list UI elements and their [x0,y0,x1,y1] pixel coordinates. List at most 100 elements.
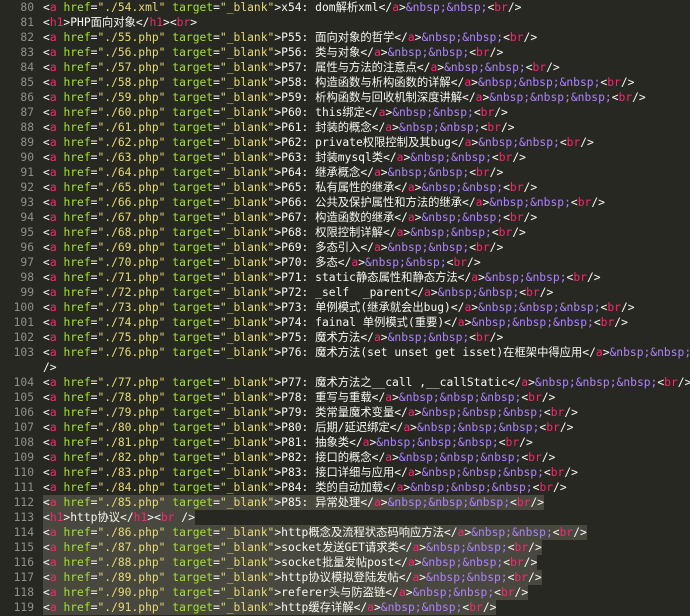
code-line[interactable]: 106 <a href="./79.php" target="_blank">P7… [0,405,690,420]
token-punct: /> [620,76,635,89]
line-code[interactable]: <a href="./70.php" target="_blank">P70: … [43,255,481,270]
line-code[interactable]: <a href="./72.php" target="_blank">P72: … [43,285,553,300]
token-attr-value: "_blank" [219,436,275,449]
token-attr-value: "./71.php" [97,271,166,284]
line-code[interactable]: <a href="./82.php" target="_blank">P82: … [43,450,555,465]
code-line[interactable]: 119 <a href="./91.php" target="_blank">ht… [0,600,690,615]
code-line[interactable]: 100 <a href="./73.php" target="_blank">P7… [0,300,690,315]
code-line[interactable]: 84 <a href="./57.php" target="_blank">P57… [0,60,690,75]
code-line[interactable]: 80 <a href="./54.xml" target="_blank">x54… [0,0,690,15]
line-code[interactable]: <a href="./75.php" target="_blank">P75: … [43,330,503,345]
token-punct: </ [457,271,472,284]
code-editor[interactable]: 80 <a href="./54.xml" target="_blank">x54… [0,0,690,616]
code-line[interactable]: 92 <a href="./65.php" target="_blank">P65… [0,180,690,195]
line-code[interactable]: <h1>PHP面向对象</h1><br> [43,15,197,30]
code-line[interactable]: 93 <a href="./66.php" target="_blank">P66… [0,195,690,210]
line-code[interactable]: <a href="./54.xml" target="_blank">x54: … [43,0,521,15]
code-line[interactable]: 116 <a href="./88.php" target="_blank">so… [0,555,690,570]
token-attr-value: "_blank" [219,391,275,404]
line-code[interactable]: <a href="./68.php" target="_blank">P68: … [43,225,526,240]
code-line[interactable]: 82 <a href="./55.php" target="_blank">P55… [0,30,690,45]
token-tag-name: br [480,106,495,119]
line-code[interactable]: <a href="./64.php" target="_blank">P64: … [43,165,503,180]
line-code[interactable]: <a href="./90.php" target="_blank">refer… [43,585,529,600]
code-line[interactable]: 94 <a href="./67.php" target="_blank">P67… [0,210,690,225]
code-line[interactable]: 115 <a href="./87.php" target="_blank">so… [0,540,690,555]
token-punct: = [213,421,220,434]
token-punct: </ [360,331,374,344]
code-line[interactable]: 97 <a href="./70.php" target="_blank">P70… [0,255,690,270]
code-line[interactable]: 85 <a href="./58.php" target="_blank">P58… [0,75,690,90]
code-line[interactable]: 114 <a href="./86.php" target="_blank">ht… [0,525,690,540]
code-line[interactable]: 95 <a href="./68.php" target="_blank">P68… [0,225,690,240]
token-attr-value: "./86.php" [97,526,166,539]
line-code[interactable]: <a href="./69.php" target="_blank">P69: … [43,240,503,255]
code-line[interactable]: 118 <a href="./90.php" target="_blank">re… [0,585,690,600]
line-code[interactable]: <a href="./76.php" target="_blank">P76: … [43,345,690,360]
token-attr-name: target [172,46,214,59]
line-code[interactable]: <a href="./85.php" target="_blank">P85: … [43,495,545,510]
line-code[interactable]: <a href="./84.php" target="_blank">P84: … [43,480,567,495]
line-code[interactable]: <a href="./81.php" target="_blank">P81: … [43,435,533,450]
token-punct: = [213,571,220,584]
line-code[interactable]: <a href="./66.php" target="_blank">P66: … [43,195,605,210]
line-code[interactable]: <a href="./91.php" target="_blank">http缓… [43,600,497,615]
token-attr-value: "_blank" [219,301,275,314]
code-line[interactable]: 117 <a href="./89.php" target="_blank">ht… [0,570,690,585]
code-line[interactable]: 91 <a href="./64.php" target="_blank">P64… [0,165,690,180]
token-attr-name: target [172,556,214,569]
line-code[interactable]: <a href="./60.php" target="_blank">P60: … [43,105,508,120]
code-line[interactable]: 110 <a href="./83.php" target="_blank">P8… [0,465,690,480]
code-line[interactable]: 102 <a href="./75.php" target="_blank">P7… [0,330,690,345]
line-code[interactable]: <a href="./87.php" target="_blank">socke… [43,540,542,555]
code-line[interactable]: 86 <a href="./59.php" target="_blank">P59… [0,90,690,105]
line-code[interactable]: <a href="./63.php" target="_blank">P63: … [43,150,526,165]
line-code[interactable]: <a href="./73.php" target="_blank">P73: … [43,300,635,315]
code-line[interactable]: 105 <a href="./78.php" target="_blank">P7… [0,390,690,405]
code-line[interactable]: 88 <a href="./61.php" target="_blank">P61… [0,120,690,135]
code-line[interactable]: 104 <a href="./77.php" target="_blank">P7… [0,375,690,390]
token-punct: /> [591,196,605,209]
code-line[interactable]: 87 <a href="./60.php" target="_blank">P60… [0,105,690,120]
code-line[interactable]: 90 <a href="./63.php" target="_blank">P63… [0,150,690,165]
line-code[interactable]: <a href="./62.php" target="_blank">P62: … [43,135,594,150]
line-code[interactable]: <a href="./79.php" target="_blank">P79: … [43,405,578,420]
code-line[interactable]: /> [0,360,690,375]
line-code[interactable]: <a href="./55.php" target="_blank">P55: … [43,30,537,45]
line-code[interactable]: <a href="./57.php" target="_blank">P57: … [43,60,560,75]
code-line[interactable]: 109 <a href="./82.php" target="_blank">P8… [0,450,690,465]
token-punct: = [213,91,220,104]
line-code[interactable]: <a href="./58.php" target="_blank">P58: … [43,75,634,90]
line-code[interactable]: <a href="./71.php" target="_blank">P71: … [43,270,601,285]
line-code[interactable]: <a href="./83.php" target="_blank">P83: … [43,465,578,480]
code-line[interactable]: 98 <a href="./71.php" target="_blank">P71… [0,270,690,285]
code-line[interactable]: 83 <a href="./56.php" target="_blank">P56… [0,45,690,60]
line-code[interactable]: <a href="./67.php" target="_blank">P67: … [43,210,537,225]
code-line[interactable]: 96 <a href="./69.php" target="_blank">P69… [0,240,690,255]
code-line[interactable]: 81 <h1>PHP面向对象</h1><br> [0,15,690,30]
token-tag-name: h1 [49,16,64,29]
line-code[interactable]: <a href="./74.php" target="_blank">P74: … [43,315,628,330]
code-line[interactable]: 101 <a href="./74.php" target="_blank">P7… [0,315,690,330]
line-code[interactable]: <a href="./61.php" target="_blank">P61: … [43,120,515,135]
code-line[interactable]: 112 <a href="./85.php" target="_blank">P8… [0,495,690,510]
line-code[interactable]: <a href="./80.php" target="_blank">P80: … [43,420,573,435]
code-line[interactable]: 111 <a href="./84.php" target="_blank">P8… [0,480,690,495]
line-code[interactable]: <h1>http协议</h1><br /> [43,510,195,525]
line-code[interactable]: <a href="./86.php" target="_blank">http概… [43,525,587,540]
token-punct: < [43,376,50,389]
line-code[interactable]: <a href="./65.php" target="_blank">P65: … [43,180,537,195]
line-code[interactable]: <a href="./59.php" target="_blank">P59: … [43,90,646,105]
code-line[interactable]: 103 <a href="./76.php" target="_blank">P7… [0,345,690,360]
line-code[interactable]: <a href="./77.php" target="_blank">P77: … [43,375,690,390]
line-code[interactable]: <a href="./56.php" target="_blank">P56: … [43,45,503,60]
line-code[interactable]: /> [43,360,57,375]
code-line[interactable]: 113 <h1>http协议</h1><br /> [0,510,690,525]
line-code[interactable]: <a href="./89.php" target="_blank">http协… [43,570,542,585]
code-line[interactable]: 107 <a href="./80.php" target="_blank">P8… [0,420,690,435]
code-line[interactable]: 108 <a href="./81.php" target="_blank">P8… [0,435,690,450]
line-code[interactable]: <a href="./88.php" target="_blank">socke… [43,555,538,570]
line-code[interactable]: <a href="./78.php" target="_blank">P78: … [43,390,555,405]
code-line[interactable]: 99 <a href="./72.php" target="_blank">P72… [0,285,690,300]
code-line[interactable]: 89 <a href="./62.php" target="_blank">P62… [0,135,690,150]
